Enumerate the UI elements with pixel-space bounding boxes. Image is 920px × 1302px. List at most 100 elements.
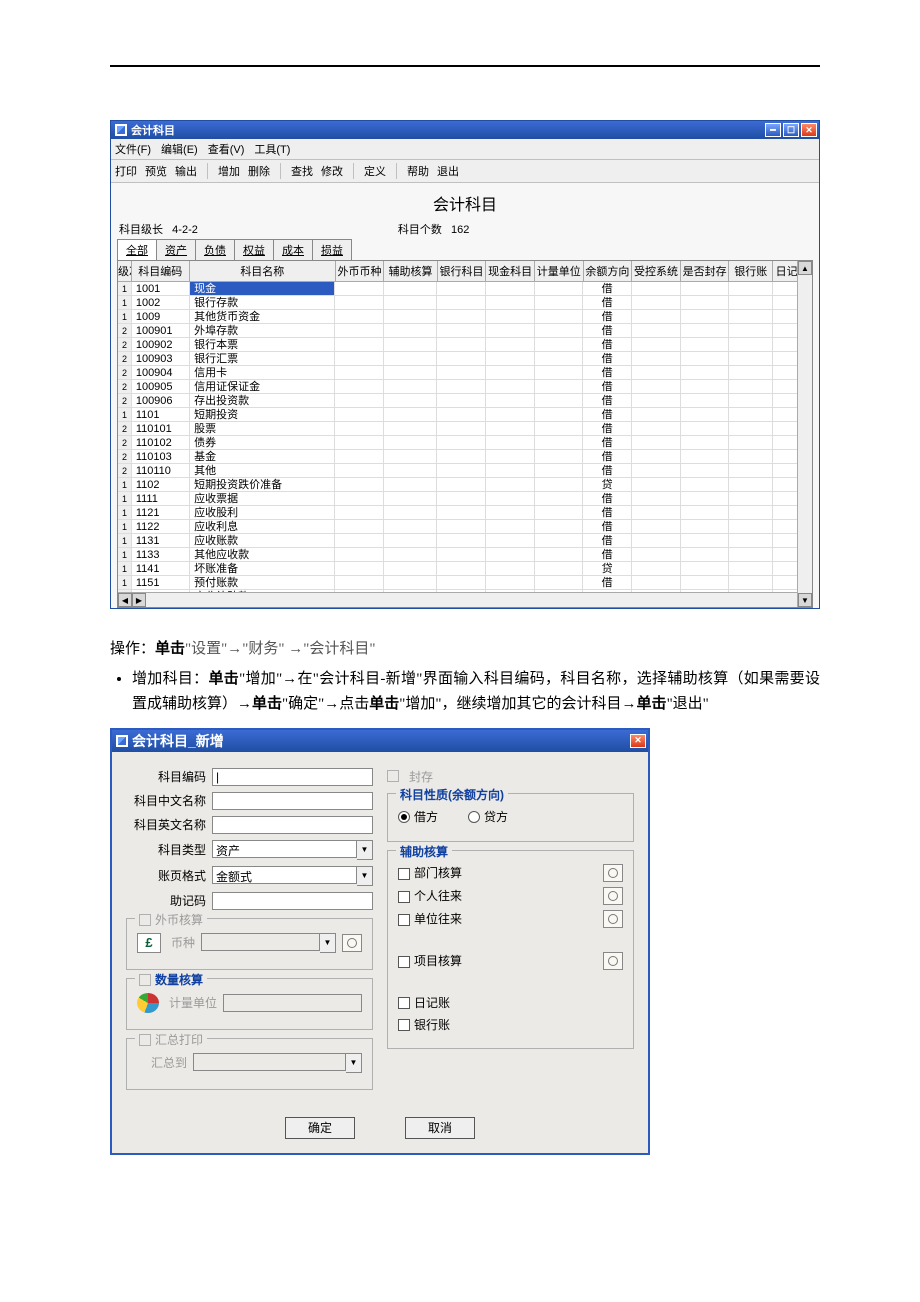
checkbox-aux-unit[interactable] — [398, 914, 410, 926]
col-direction[interactable]: 余额方向 — [584, 261, 633, 281]
col-code[interactable]: 科目编码 — [132, 261, 190, 281]
horizontal-scrollbar[interactable]: ◀ ▶ — [118, 592, 812, 607]
maximize-button[interactable]: ☐ — [783, 123, 799, 137]
table-row[interactable]: 11002银行存款借 — [118, 296, 812, 310]
col-unit[interactable]: 计量单位 — [535, 261, 584, 281]
combo-page[interactable]: 金额式 ▼ — [212, 866, 373, 886]
menu-tools[interactable]: 工具(T) — [254, 141, 290, 157]
table-row[interactable]: 11121应收股利借 — [118, 506, 812, 520]
col-system[interactable]: 受控系统 — [632, 261, 681, 281]
scroll-up-icon[interactable]: ▲ — [798, 261, 812, 275]
toolbar-定义[interactable]: 定义 — [364, 163, 386, 179]
checkbox-seal[interactable] — [387, 770, 399, 782]
search-icon[interactable] — [603, 910, 623, 928]
table-row[interactable]: 11102短期投资跌价准备贷 — [118, 478, 812, 492]
table-row[interactable]: 2110102债券借 — [118, 436, 812, 450]
scroll-down-icon[interactable]: ▼ — [798, 593, 812, 607]
tab-全部[interactable]: 全部 — [117, 239, 157, 260]
tab-负债[interactable]: 负债 — [195, 239, 235, 260]
col-cash[interactable]: 现金科目 — [486, 261, 535, 281]
toolbar-打印[interactable]: 打印 — [115, 163, 137, 179]
toolbar-预览[interactable]: 预览 — [145, 163, 167, 179]
vertical-scrollbar[interactable]: ▲ ▼ — [797, 261, 812, 607]
scroll-right-icon[interactable]: ▶ — [132, 593, 146, 607]
col-currency[interactable]: 外币币种 — [336, 261, 385, 281]
col-name[interactable]: 科目名称 — [190, 261, 336, 281]
toolbar-查找[interactable]: 查找 — [291, 163, 313, 179]
table-row[interactable]: 11101短期投资借 — [118, 408, 812, 422]
checkbox-fx[interactable] — [139, 914, 151, 926]
group-foreign-currency: 外币核算 £ 币种 ▼ — [126, 918, 373, 970]
checkbox-bank[interactable] — [398, 1019, 410, 1031]
table-row[interactable]: 2100903银行汇票借 — [118, 352, 812, 366]
tab-损益[interactable]: 损益 — [312, 239, 352, 260]
close-button[interactable]: ✕ — [801, 123, 817, 137]
group-aux: 辅助核算 部门核算 个人往来 单位往来 项目核算 日记账 银行账 — [387, 850, 634, 1049]
input-cname[interactable] — [212, 792, 373, 810]
table-row[interactable]: 2100906存出投资款借 — [118, 394, 812, 408]
search-icon[interactable] — [603, 887, 623, 905]
checkbox-sum[interactable] — [139, 1034, 151, 1046]
toolbar-输出[interactable]: 输出 — [175, 163, 197, 179]
cancel-button[interactable]: 取消 — [405, 1117, 475, 1139]
toolbar-删除[interactable]: 删除 — [248, 163, 270, 179]
chevron-down-icon[interactable]: ▼ — [357, 840, 373, 860]
table-row[interactable]: 应收补贴款… — [118, 590, 812, 592]
minimize-button[interactable]: ━ — [765, 123, 781, 137]
scroll-left-icon[interactable]: ◀ — [118, 593, 132, 607]
table-row[interactable]: 11001现金借 — [118, 282, 812, 296]
radio-debit[interactable] — [398, 811, 410, 823]
col-bankacct[interactable]: 银行账 — [729, 261, 773, 281]
col-bank[interactable]: 银行科目 — [438, 261, 487, 281]
toolbar-修改[interactable]: 修改 — [321, 163, 343, 179]
table-row[interactable]: 2100905信用证保证金借 — [118, 380, 812, 394]
group-quantity: 数量核算 计量单位 — [126, 978, 373, 1030]
combo-type[interactable]: 资产 ▼ — [212, 840, 373, 860]
table-row[interactable]: 2100901外埠存款借 — [118, 324, 812, 338]
group-summary-print: 汇总打印 汇总到 ▼ — [126, 1038, 373, 1090]
dialog-titlebar[interactable]: 会计科目_新增 ✕ — [112, 730, 648, 752]
search-icon[interactable] — [603, 864, 623, 882]
menu-edit[interactable]: 编辑(E) — [161, 141, 198, 157]
checkbox-aux-dept[interactable] — [398, 868, 410, 880]
chevron-down-icon[interactable]: ▼ — [357, 866, 373, 886]
table-row[interactable]: 2110110其他借 — [118, 464, 812, 478]
table-row[interactable]: 11141坏账准备贷 — [118, 562, 812, 576]
grid-body[interactable]: 11001现金借11002银行存款借11009其他货币资金借2100901外埠存… — [118, 282, 812, 592]
input-code[interactable]: | — [212, 768, 373, 786]
checkbox-qty[interactable] — [139, 974, 151, 986]
search-icon[interactable] — [342, 934, 362, 952]
dialog-close-button[interactable]: ✕ — [630, 734, 646, 748]
checkbox-diary[interactable] — [398, 997, 410, 1009]
table-row[interactable]: 11122应收利息借 — [118, 520, 812, 534]
table-row[interactable]: 11133其他应收款借 — [118, 548, 812, 562]
tab-权益[interactable]: 权益 — [234, 239, 274, 260]
tab-成本[interactable]: 成本 — [273, 239, 313, 260]
table-row[interactable]: 11151预付账款借 — [118, 576, 812, 590]
radio-credit[interactable] — [468, 811, 480, 823]
search-icon[interactable] — [603, 952, 623, 970]
toolbar-增加[interactable]: 增加 — [218, 163, 240, 179]
col-aux[interactable]: 辅助核算 — [384, 261, 437, 281]
tab-资产[interactable]: 资产 — [156, 239, 196, 260]
toolbar-帮助[interactable]: 帮助 — [407, 163, 429, 179]
label-mnemonic: 助记码 — [126, 892, 206, 909]
table-row[interactable]: 11131应收账款借 — [118, 534, 812, 548]
window-titlebar[interactable]: 会计科目 ━ ☐ ✕ — [111, 121, 819, 139]
input-ename[interactable] — [212, 816, 373, 834]
table-row[interactable]: 11111应收票据借 — [118, 492, 812, 506]
table-row[interactable]: 2110101股票借 — [118, 422, 812, 436]
table-row[interactable]: 2100902银行本票借 — [118, 338, 812, 352]
col-sealed[interactable]: 是否封存 — [681, 261, 730, 281]
toolbar-退出[interactable]: 退出 — [437, 163, 459, 179]
input-mnemonic[interactable] — [212, 892, 373, 910]
ok-button[interactable]: 确定 — [285, 1117, 355, 1139]
col-level[interactable]: 级次 — [118, 261, 132, 281]
table-row[interactable]: 2100904信用卡借 — [118, 366, 812, 380]
checkbox-aux-person[interactable] — [398, 891, 410, 903]
table-row[interactable]: 2110103基金借 — [118, 450, 812, 464]
menu-view[interactable]: 查看(V) — [208, 141, 245, 157]
menu-file[interactable]: 文件(F) — [115, 141, 151, 157]
table-row[interactable]: 11009其他货币资金借 — [118, 310, 812, 324]
checkbox-aux-proj[interactable] — [398, 956, 410, 968]
